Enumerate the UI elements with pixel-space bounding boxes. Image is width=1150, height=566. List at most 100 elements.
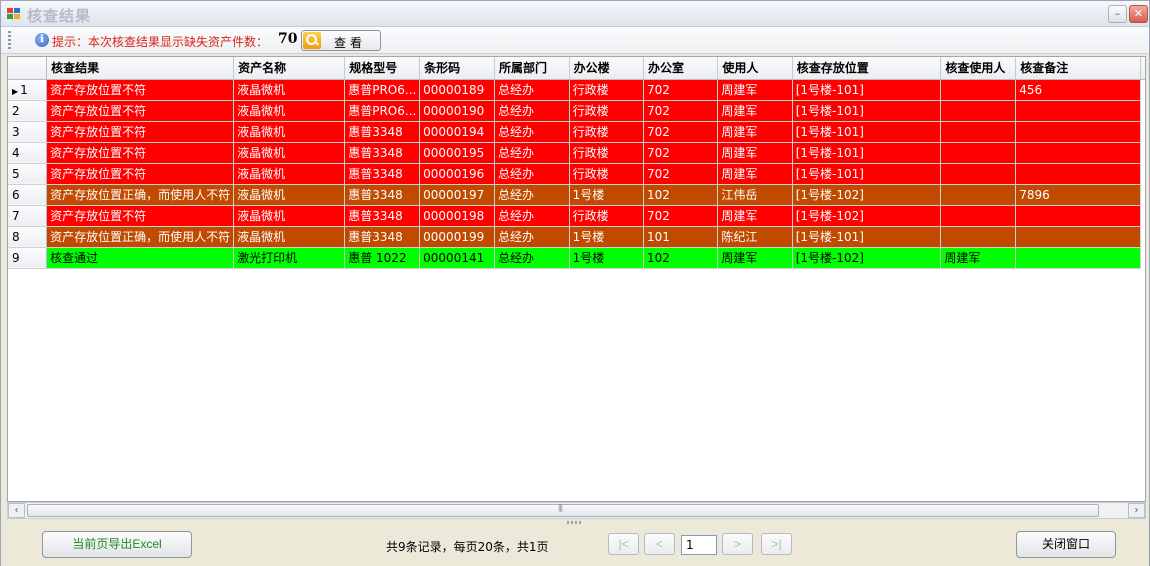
table-cell[interactable]: 702 <box>643 163 719 185</box>
table-cell[interactable]: 周建军 <box>940 247 1017 269</box>
table-cell[interactable]: 资产存放位置不符 <box>46 142 235 164</box>
table-cell[interactable]: 总经办 <box>494 163 570 185</box>
table-cell[interactable]: 激光打印机 <box>233 247 346 269</box>
table-cell[interactable]: [1号楼-101] <box>792 121 942 143</box>
table-cell[interactable]: 核查通过 <box>46 247 235 269</box>
table-cell[interactable]: 总经办 <box>494 79 570 101</box>
table-cell[interactable]: 资产存放位置不符 <box>46 79 235 101</box>
table-cell[interactable] <box>1015 247 1141 269</box>
table-cell[interactable]: [1号楼-101] <box>792 100 942 122</box>
table-cell[interactable]: 行政楼 <box>569 121 644 143</box>
table-cell[interactable]: 周建军 <box>717 163 793 185</box>
table-cell[interactable]: 00000198 <box>419 205 495 227</box>
horizontal-scrollbar[interactable]: ‹ › <box>7 502 1146 519</box>
table-cell[interactable]: 资产存放位置正确，而使用人不符 <box>46 226 235 248</box>
table-cell[interactable]: 总经办 <box>494 226 570 248</box>
table-row[interactable]: 5 资产存放位置不符 液晶微机 惠普3348 00000196 总经办 行政楼 702 周建军[… <box>8 163 1145 185</box>
table-cell[interactable]: 行政楼 <box>569 79 644 101</box>
table-cell[interactable] <box>1015 163 1141 185</box>
row-header[interactable]: 4 <box>8 142 48 164</box>
table-cell[interactable]: 江伟岳 <box>717 184 793 206</box>
table-cell[interactable]: 702 <box>643 205 719 227</box>
row-header-corner[interactable] <box>8 57 48 80</box>
table-cell[interactable]: 456 <box>1015 79 1141 101</box>
table-cell[interactable]: 7896 <box>1015 184 1141 206</box>
table-cell[interactable]: 1号楼 <box>569 226 644 248</box>
table-cell[interactable] <box>940 226 1017 248</box>
row-header[interactable]: 2 <box>8 100 48 122</box>
row-header[interactable]: 7 <box>8 205 48 227</box>
table-cell[interactable]: 资产存放位置不符 <box>46 205 235 227</box>
row-header[interactable]: ▶ 1 <box>8 79 48 101</box>
table-row[interactable]: 3 资产存放位置不符 液晶微机 惠普3348 00000194 总经办 行政楼 702 周建军[… <box>8 121 1145 143</box>
table-cell[interactable]: 周建军 <box>717 205 793 227</box>
column-header[interactable]: 核查使用人 <box>940 57 1017 80</box>
next-page-button[interactable]: > <box>722 533 753 555</box>
table-cell[interactable]: 惠普3348 <box>344 163 421 185</box>
scroll-thumb[interactable] <box>27 504 1099 517</box>
table-cell[interactable]: 液晶微机 <box>233 226 346 248</box>
table-cell[interactable]: 00000195 <box>419 142 495 164</box>
table-cell[interactable]: [1号楼-101] <box>792 163 942 185</box>
table-row[interactable]: 2 资产存放位置不符 液晶微机 惠普PRO6... 00000190 总经办 行政楼 702 周… <box>8 100 1145 122</box>
table-cell[interactable]: 总经办 <box>494 142 570 164</box>
row-header[interactable]: 9 <box>8 247 48 269</box>
last-page-button[interactable]: >| <box>761 533 792 555</box>
table-cell[interactable]: 00000189 <box>419 79 495 101</box>
column-header[interactable]: 所属部门 <box>494 57 570 80</box>
column-header[interactable]: 规格型号 <box>344 57 421 80</box>
table-cell[interactable]: 周建军 <box>717 142 793 164</box>
table-cell[interactable] <box>940 163 1017 185</box>
table-cell[interactable]: [1号楼-101] <box>792 142 942 164</box>
table-cell[interactable]: [1号楼-101] <box>792 79 942 101</box>
column-header[interactable]: 核查备注 <box>1015 57 1141 80</box>
table-cell[interactable] <box>940 121 1017 143</box>
table-cell[interactable]: [1号楼-101] <box>792 226 942 248</box>
table-cell[interactable]: 702 <box>643 142 719 164</box>
table-cell[interactable]: 总经办 <box>494 121 570 143</box>
table-cell[interactable]: 液晶微机 <box>233 121 346 143</box>
table-cell[interactable]: 周建军 <box>717 247 793 269</box>
column-header[interactable]: 办公室 <box>643 57 719 80</box>
table-cell[interactable]: 周建军 <box>717 121 793 143</box>
table-cell[interactable]: 液晶微机 <box>233 79 346 101</box>
column-header[interactable]: 使用人 <box>717 57 793 80</box>
table-row[interactable]: ▶ 1 资产存放位置不符 液晶微机 惠普PRO6... 00000189 总经办 行政楼 702… <box>8 79 1145 101</box>
table-cell[interactable] <box>940 100 1017 122</box>
table-cell[interactable] <box>940 79 1017 101</box>
table-cell[interactable]: 行政楼 <box>569 100 644 122</box>
splitter-grip[interactable] <box>567 521 583 524</box>
table-cell[interactable]: 资产存放位置不符 <box>46 100 235 122</box>
table-row[interactable]: 4 资产存放位置不符 液晶微机 惠普3348 00000195 总经办 行政楼 702 周建军[… <box>8 142 1145 164</box>
table-row[interactable]: 9 核查通过 激光打印机 惠普 1022 00000141 总经办 1号楼 102 周建军 [1号… <box>8 247 1145 269</box>
minimize-button[interactable]: – <box>1108 5 1127 23</box>
table-cell[interactable]: 00000194 <box>419 121 495 143</box>
table-cell[interactable]: [1号楼-102] <box>792 184 942 206</box>
table-cell[interactable]: 液晶微机 <box>233 163 346 185</box>
table-cell[interactable]: 资产存放位置不符 <box>46 121 235 143</box>
table-cell[interactable]: 总经办 <box>494 184 570 206</box>
table-cell[interactable]: 惠普PRO6... <box>344 100 421 122</box>
table-cell[interactable] <box>940 184 1017 206</box>
table-cell[interactable]: 行政楼 <box>569 163 644 185</box>
column-header[interactable]: 核查存放位置 <box>792 57 942 80</box>
table-cell[interactable]: [1号楼-102] <box>792 247 942 269</box>
table-cell[interactable]: 惠普 1022 <box>344 247 421 269</box>
table-cell[interactable]: 102 <box>643 184 719 206</box>
view-button[interactable]: 查看 <box>301 30 381 51</box>
table-cell[interactable]: 702 <box>643 100 719 122</box>
column-header[interactable]: 办公楼 <box>569 57 644 80</box>
table-cell[interactable]: 液晶微机 <box>233 205 346 227</box>
row-header[interactable]: 3 <box>8 121 48 143</box>
table-cell[interactable]: 惠普3348 <box>344 184 421 206</box>
table-cell[interactable] <box>1015 226 1141 248</box>
table-row[interactable]: 6 资产存放位置正确，而使用人不符 液晶微机 惠普3348 00000197 总经办 1号楼… <box>8 184 1145 206</box>
table-cell[interactable]: 00000196 <box>419 163 495 185</box>
table-cell[interactable]: 资产存放位置不符 <box>46 163 235 185</box>
close-button[interactable]: 关闭窗口 <box>1016 531 1116 558</box>
table-cell[interactable]: 惠普PRO6... <box>344 79 421 101</box>
table-cell[interactable]: 00000141 <box>419 247 495 269</box>
row-header[interactable]: 5 <box>8 163 48 185</box>
close-window-button[interactable]: ✕ <box>1129 5 1148 23</box>
table-cell[interactable]: 702 <box>643 121 719 143</box>
